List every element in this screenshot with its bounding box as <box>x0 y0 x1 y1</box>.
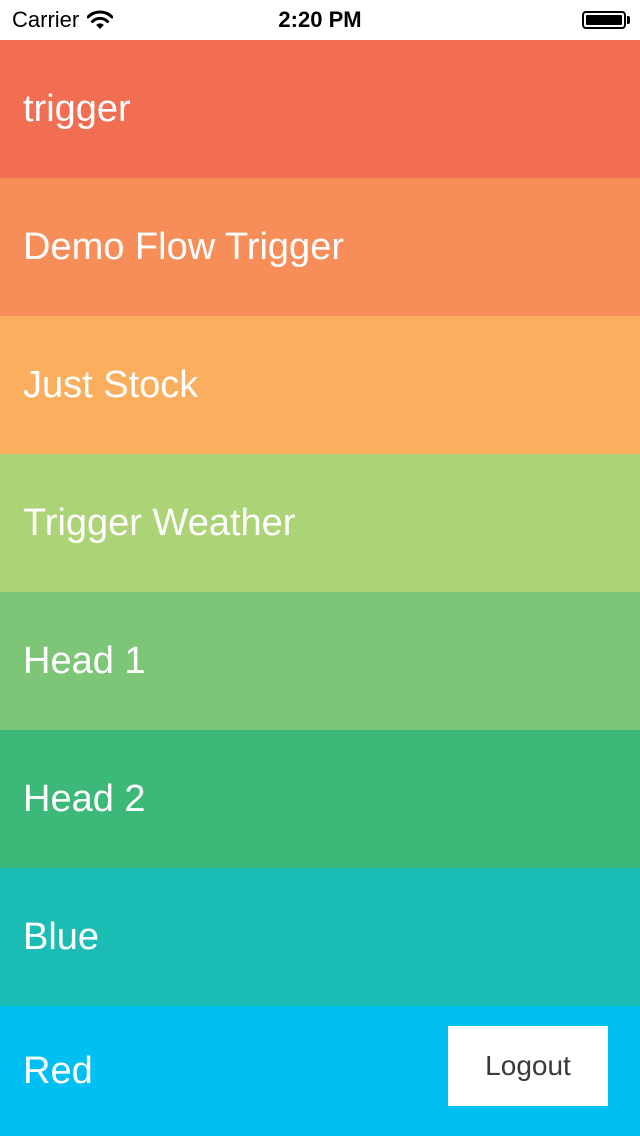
list-item-demo-flow-trigger[interactable]: Demo Flow Trigger <box>0 178 640 316</box>
list-item-label: Trigger Weather <box>23 501 296 544</box>
battery-fill <box>586 15 622 25</box>
list-item-just-stock[interactable]: Just Stock <box>0 316 640 454</box>
list-item-trigger[interactable]: trigger <box>0 40 640 178</box>
list-item-label: Head 2 <box>23 777 146 820</box>
list-item-trigger-weather[interactable]: Trigger Weather <box>0 454 640 592</box>
logout-button[interactable]: Logout <box>448 1026 608 1106</box>
battery-body <box>582 11 626 29</box>
battery-tip <box>627 16 630 24</box>
item-list: trigger Demo Flow Trigger Just Stock Tri… <box>0 40 640 1136</box>
status-bar: Carrier 2:20 PM <box>0 0 640 40</box>
list-item-label: Just Stock <box>23 363 199 406</box>
list-item-label: Red <box>23 1049 93 1092</box>
status-time: 2:20 PM <box>278 7 362 32</box>
list-item-label: Head 1 <box>23 639 146 682</box>
battery-icon <box>582 11 632 29</box>
list-item-blue[interactable]: Blue <box>0 868 640 1006</box>
list-item-head-1[interactable]: Head 1 <box>0 592 640 730</box>
list-item-red[interactable]: Red Logout <box>0 1006 640 1136</box>
list-item-head-2[interactable]: Head 2 <box>0 730 640 868</box>
list-item-label: trigger <box>23 87 131 130</box>
list-item-label: Blue <box>23 915 100 958</box>
list-item-label: Demo Flow Trigger <box>23 225 344 268</box>
